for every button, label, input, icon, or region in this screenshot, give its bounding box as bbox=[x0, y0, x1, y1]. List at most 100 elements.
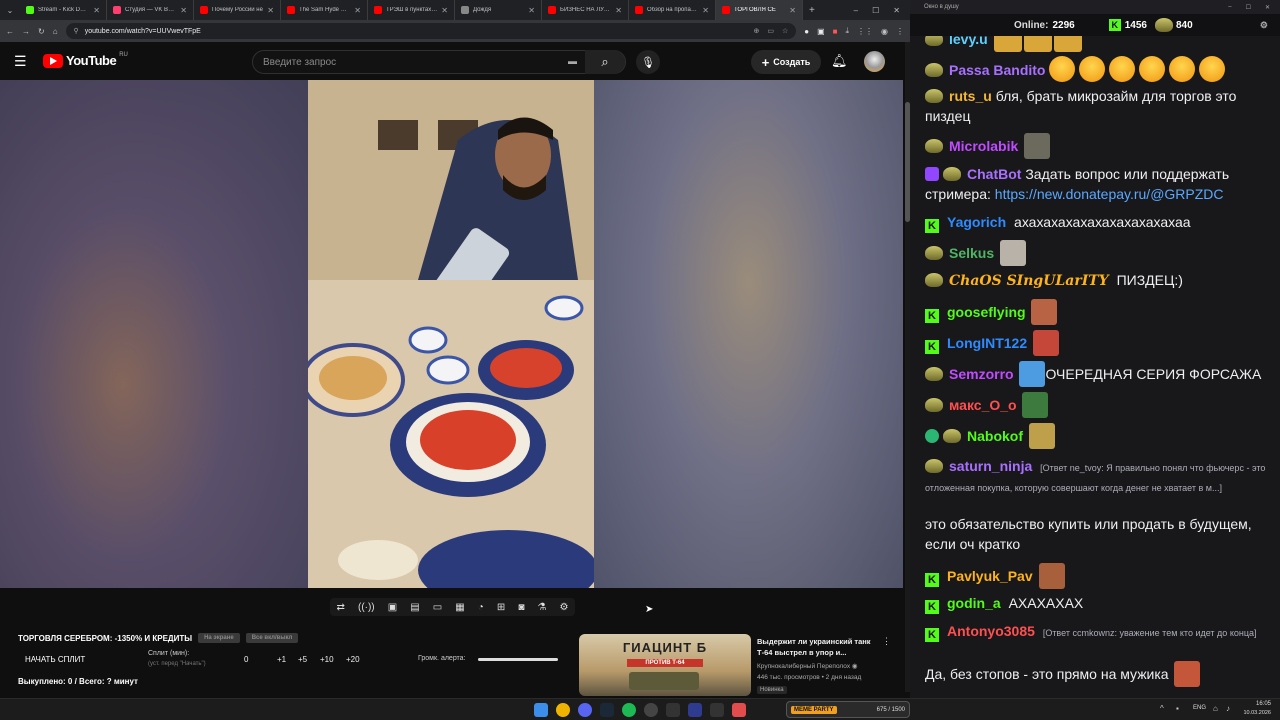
keyboard-icon[interactable]: ▬ bbox=[568, 56, 577, 66]
search-input[interactable]: Введите запрос ▬ ⌕ bbox=[252, 50, 626, 74]
alert-volume-slider[interactable] bbox=[478, 658, 558, 661]
tab-close-icon[interactable]: ✕ bbox=[441, 6, 448, 15]
chat-username[interactable]: godin_a bbox=[947, 595, 1001, 611]
back-icon[interactable]: ← bbox=[6, 27, 14, 36]
cast-icon[interactable]: ▭ bbox=[767, 27, 774, 35]
chat-close-icon[interactable]: ✕ bbox=[1265, 4, 1270, 11]
tray-app-icon[interactable]: ▪ bbox=[1176, 704, 1179, 713]
browser-tab[interactable]: ТРЭШ в пунктах выд ✕ bbox=[368, 0, 455, 20]
app-icon[interactable] bbox=[666, 703, 680, 717]
chat-username[interactable]: saturn_ninja bbox=[949, 458, 1032, 474]
hamburger-menu-icon[interactable]: ☰ bbox=[14, 53, 27, 70]
picture-icon[interactable]: ▭ bbox=[433, 602, 442, 613]
maximize-icon[interactable]: ☐ bbox=[872, 6, 879, 15]
clock-date[interactable]: 10.03.2026 bbox=[1236, 710, 1271, 716]
tab-close-icon[interactable]: ✕ bbox=[180, 6, 187, 15]
keyboard-lang[interactable]: ENG bbox=[1193, 705, 1206, 711]
player-icon[interactable] bbox=[688, 703, 702, 717]
home-icon[interactable]: ⌂ bbox=[53, 27, 58, 36]
browser-menu-icon[interactable]: ⋮ bbox=[896, 27, 904, 36]
start-split-button[interactable]: НАЧАТЬ СПЛИТ bbox=[25, 655, 85, 664]
browser-tab[interactable]: БИЗНЕС НА ЛУДОМ ✕ bbox=[542, 0, 629, 20]
recommended-title[interactable]: Выдержит ли украинский танк Т-64 выстрел… bbox=[757, 636, 882, 658]
extension-icon-2[interactable]: ▣ bbox=[817, 27, 825, 36]
meme-party-widget[interactable]: MEME PARTY 675 / 1500 bbox=[786, 701, 910, 718]
profile-icon[interactable]: ◉ bbox=[881, 27, 888, 36]
tab-close-icon[interactable]: ✕ bbox=[354, 6, 361, 15]
youtube-logo[interactable]: YouTube RU bbox=[43, 52, 128, 68]
chat-username[interactable]: Microlabik bbox=[949, 138, 1018, 154]
speed-icon[interactable]: ◔ bbox=[478, 602, 484, 613]
recommended-video[interactable]: ГИАЦИНТ Б ПРОТИВ Т-64 Выдержит ли украин… bbox=[579, 634, 891, 698]
chat-username[interactable]: LongINT122 bbox=[947, 335, 1027, 351]
film-icon[interactable]: ▤ bbox=[410, 602, 419, 613]
site-info-icon[interactable]: ⚲ bbox=[74, 27, 79, 35]
chat-username[interactable]: Nabokof bbox=[967, 428, 1023, 444]
chat-maximize-icon[interactable]: ☐ bbox=[1246, 4, 1251, 11]
tab-close-icon[interactable]: ✕ bbox=[267, 6, 274, 15]
plus-box-icon[interactable]: ⊞ bbox=[497, 602, 505, 613]
tab-close-icon[interactable]: ✕ bbox=[615, 6, 622, 15]
audio-icon[interactable]: ((·)) bbox=[358, 602, 375, 613]
chat-username[interactable]: Semzorro bbox=[949, 366, 1014, 382]
notifications-bell-icon[interactable]: 🔔︎ bbox=[831, 53, 848, 69]
add-1-button[interactable]: +1 bbox=[277, 655, 286, 664]
chat-username[interactable]: levy.u bbox=[949, 36, 988, 47]
reload-icon[interactable]: ↻ bbox=[38, 27, 45, 36]
frames-icon[interactable]: ▦ bbox=[455, 602, 464, 613]
chat-username[interactable]: Yagorich bbox=[947, 214, 1006, 230]
downloads-icon[interactable]: ⤓ bbox=[845, 26, 849, 36]
chat-username[interactable]: ChatBot bbox=[967, 166, 1021, 182]
voice-search-button[interactable]: 🎙 bbox=[636, 50, 660, 74]
chat-settings-icon[interactable]: ⚙ bbox=[1260, 20, 1268, 31]
tab-close-icon[interactable]: ✕ bbox=[702, 6, 709, 15]
video-player[interactable] bbox=[0, 80, 903, 588]
app-icon-3[interactable] bbox=[732, 703, 746, 717]
avatar[interactable] bbox=[864, 51, 885, 72]
chat-username[interactable]: Pavlyuk_Pav bbox=[947, 568, 1033, 584]
volume-icon[interactable]: ♪ bbox=[1226, 704, 1230, 713]
chat-username[interactable]: gooseflying bbox=[947, 304, 1026, 320]
browser-tab[interactable]: Дождя ✕ bbox=[455, 0, 542, 20]
on-screen-pill[interactable]: На экране bbox=[198, 633, 240, 643]
browser-tab[interactable]: Stream - Kick Dashb ✕ bbox=[20, 0, 107, 20]
browser-tab[interactable]: Обзор на пропаган ✕ bbox=[629, 0, 716, 20]
recommended-channel[interactable]: Крупнокалиберный Переполох ◉ bbox=[757, 662, 858, 670]
url-bar[interactable]: ⚲ youtube.com/watch?v=UUVwevTFpE ⊕ ▭ ☆ bbox=[65, 23, 797, 39]
browser-tab[interactable]: Студия — VK Видео ✕ bbox=[107, 0, 194, 20]
clock-time[interactable]: 16:05 bbox=[1243, 701, 1271, 707]
toggle-all-pill[interactable]: Все вкл/выкл bbox=[245, 633, 299, 643]
close-window-icon[interactable]: ✕ bbox=[893, 6, 900, 15]
add-5-button[interactable]: +5 bbox=[298, 655, 307, 664]
app-icon-2[interactable] bbox=[710, 703, 724, 717]
recommended-thumbnail[interactable]: ГИАЦИНТ Б ПРОТИВ Т-64 bbox=[579, 634, 751, 696]
tray-expand-icon[interactable]: ^ bbox=[1160, 704, 1164, 713]
add-10-button[interactable]: +10 bbox=[320, 655, 334, 664]
search-button[interactable]: ⌕ bbox=[585, 50, 625, 74]
flask-icon[interactable]: ⚗ bbox=[537, 602, 546, 613]
tab-close-icon[interactable]: ✕ bbox=[528, 6, 535, 15]
minimize-icon[interactable]: – bbox=[854, 6, 858, 15]
zoom-icon[interactable]: ⊕ bbox=[753, 27, 759, 35]
spotify-icon[interactable] bbox=[622, 703, 636, 717]
chat-username[interactable]: ChaOS SIngULarITY bbox=[949, 273, 1109, 289]
more-options-icon[interactable]: ⋮ bbox=[882, 636, 891, 647]
chat-username[interactable]: Selkus bbox=[949, 245, 994, 261]
camera-icon[interactable]: ◙ bbox=[518, 602, 524, 613]
chat-username[interactable]: Antonyo3085 bbox=[947, 623, 1035, 639]
network-icon[interactable]: ⌂ bbox=[1213, 704, 1218, 713]
chat-username[interactable]: Passa Bandito bbox=[949, 62, 1045, 78]
extension-icon-3[interactable]: ■ bbox=[833, 27, 838, 36]
steam-icon[interactable] bbox=[600, 703, 614, 717]
loop-icon[interactable]: ⇄ bbox=[337, 602, 345, 613]
obs-icon[interactable] bbox=[644, 703, 658, 717]
new-tab-button[interactable]: + bbox=[803, 5, 821, 16]
add-20-button[interactable]: +20 bbox=[346, 655, 360, 664]
donate-link[interactable]: https://new.donatepay.ru/@GRPZDC bbox=[995, 186, 1224, 202]
tab-close-icon[interactable]: ✕ bbox=[789, 6, 796, 15]
browser-tab[interactable]: ТОРГОВЛЯ СЕ ✕ bbox=[716, 0, 803, 20]
screen-icon[interactable]: ▣ bbox=[388, 602, 397, 613]
discord-icon[interactable] bbox=[578, 703, 592, 717]
tab-list-icon[interactable]: ⌄ bbox=[0, 0, 20, 20]
extension-icon[interactable]: ● bbox=[804, 27, 809, 36]
